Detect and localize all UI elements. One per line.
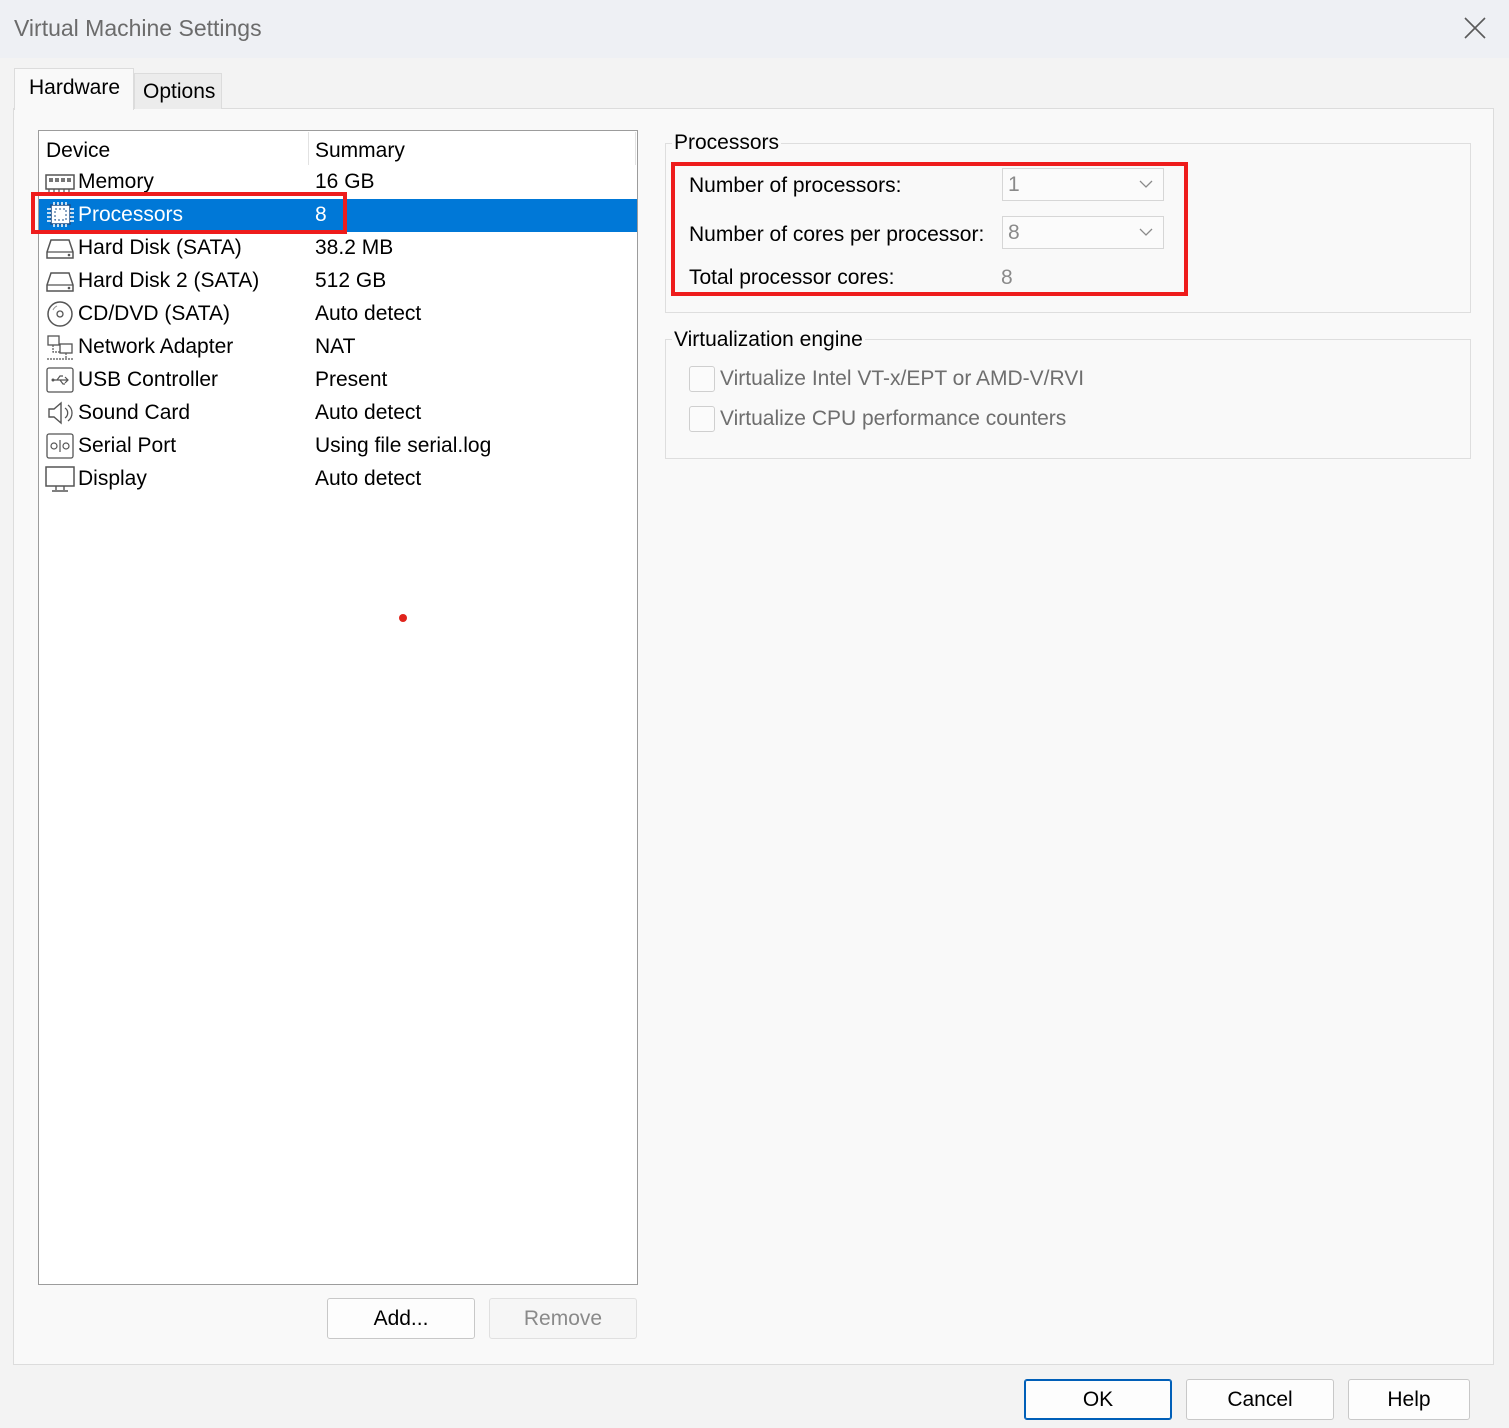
- cancel-button[interactable]: Cancel: [1186, 1379, 1334, 1420]
- tab-hardware[interactable]: Hardware: [14, 68, 134, 110]
- cores-per-processor-dropdown[interactable]: 8: [1002, 216, 1164, 249]
- total-cores-value: 8: [1001, 266, 1013, 289]
- device-summary: 38.2 MB: [315, 236, 394, 259]
- memory-icon: [45, 174, 75, 192]
- device-row-serial-port[interactable]: Serial Port Using file serial.log: [39, 430, 637, 463]
- device-row-hard-disk[interactable]: Hard Disk (SATA) 38.2 MB: [39, 232, 637, 265]
- virtualize-perf-counters-label[interactable]: Virtualize CPU performance counters: [720, 405, 1066, 433]
- title-bar: Virtual Machine Settings: [0, 0, 1509, 58]
- tab-options[interactable]: Options: [134, 73, 222, 109]
- cursor-marker-dot: [399, 614, 407, 622]
- device-name: Hard Disk (SATA): [78, 236, 242, 259]
- network-adapter-icon: [47, 335, 73, 360]
- help-button[interactable]: Help: [1348, 1379, 1470, 1420]
- device-row-processors[interactable]: Processors 8: [39, 199, 637, 232]
- device-name: Hard Disk 2 (SATA): [78, 269, 260, 292]
- device-name: Sound Card: [78, 401, 191, 424]
- add-device-button[interactable]: Add...: [327, 1298, 475, 1339]
- num-processors-dropdown[interactable]: 1: [1002, 168, 1164, 201]
- speaker-icon: [48, 401, 73, 425]
- cores-per-processor-label: Number of cores per processor:: [689, 223, 985, 246]
- processors-group-label: Processors: [672, 130, 782, 156]
- hard-disk-icon: [46, 272, 74, 292]
- serial-port-icon: [46, 433, 74, 459]
- ok-button[interactable]: OK: [1024, 1379, 1172, 1420]
- device-summary: Present: [315, 368, 388, 391]
- virtualization-engine-group: [665, 339, 1471, 459]
- hard-disk-icon: [46, 239, 74, 259]
- device-summary: Auto detect: [315, 302, 422, 325]
- cores-per-processor-value: 8: [1008, 221, 1020, 244]
- device-row-hard-disk-2[interactable]: Hard Disk 2 (SATA) 512 GB: [39, 265, 637, 298]
- device-row-memory[interactable]: Memory 16 GB: [39, 166, 637, 199]
- device-summary: 16 GB: [315, 170, 375, 193]
- device-list[interactable]: Device Summary Memory 16 GB Processors 8…: [38, 130, 638, 1285]
- device-summary: 8: [315, 203, 327, 226]
- usb-icon: [46, 367, 74, 393]
- column-header-summary[interactable]: Summary: [315, 137, 405, 165]
- window-title: Virtual Machine Settings: [14, 15, 262, 41]
- processor-icon: [47, 202, 74, 227]
- device-row-display[interactable]: Display Auto detect: [39, 463, 637, 496]
- virtualize-perf-counters-checkbox[interactable]: [689, 406, 715, 432]
- device-summary: Auto detect: [315, 401, 422, 424]
- device-summary: 512 GB: [315, 269, 387, 292]
- device-name: Network Adapter: [78, 335, 234, 358]
- device-row-cd-dvd[interactable]: CD/DVD (SATA) Auto detect: [39, 298, 637, 331]
- chevron-down-icon: [1139, 180, 1153, 188]
- device-row-sound-card[interactable]: Sound Card Auto detect: [39, 397, 637, 430]
- monitor-icon: [45, 466, 75, 492]
- column-divider: [635, 132, 636, 165]
- column-divider[interactable]: [308, 132, 309, 165]
- chevron-down-icon: [1139, 228, 1153, 236]
- close-icon: [1464, 17, 1486, 39]
- virtualization-engine-label: Virtualization engine: [672, 327, 865, 353]
- column-header-device[interactable]: Device: [46, 137, 110, 165]
- device-row-usb-controller[interactable]: USB Controller Present: [39, 364, 637, 397]
- num-processors-label: Number of processors:: [689, 174, 902, 197]
- device-row-network-adapter[interactable]: Network Adapter NAT: [39, 331, 637, 364]
- device-name: CD/DVD (SATA): [78, 302, 231, 325]
- remove-device-button[interactable]: Remove: [489, 1298, 637, 1339]
- device-summary: Using file serial.log: [315, 434, 492, 457]
- virtualize-vtx-checkbox[interactable]: [689, 366, 715, 392]
- device-name: Serial Port: [78, 434, 177, 457]
- device-summary: NAT: [315, 335, 356, 358]
- close-button[interactable]: [1452, 6, 1498, 50]
- total-cores-label: Total processor cores:: [689, 266, 895, 289]
- device-name: Processors: [78, 203, 184, 226]
- device-summary: Auto detect: [315, 467, 422, 490]
- device-name: USB Controller: [78, 368, 219, 391]
- device-name: Display: [78, 467, 147, 490]
- cd-dvd-icon: [47, 301, 73, 327]
- virtualize-vtx-label[interactable]: Virtualize Intel VT-x/EPT or AMD-V/RVI: [720, 365, 1084, 393]
- device-name: Memory: [78, 170, 154, 193]
- num-processors-value: 1: [1008, 173, 1020, 196]
